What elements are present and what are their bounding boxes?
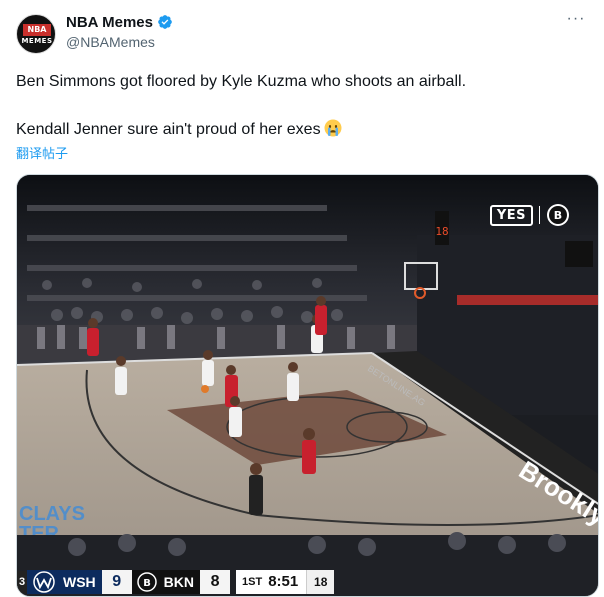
display-name[interactable]: NBA Memes — [66, 14, 153, 31]
home-score: 8 — [200, 569, 231, 594]
scoreboard-shot-clock: 18 — [306, 569, 335, 594]
yes-network-badge: YES — [489, 204, 533, 226]
away-team: WSH — [61, 569, 102, 594]
game-period: 1ST — [236, 569, 269, 594]
basketball-court-scene: 18 Brooklyn BETONLINE.AG CLAYS TER — [17, 175, 598, 596]
avatar[interactable]: NBA MEMES — [16, 14, 56, 54]
game-clock: 8:51 — [268, 569, 307, 594]
svg-text:B: B — [554, 209, 562, 222]
scoreboard-left-cap: 3 — [17, 570, 27, 593]
scoreboard: 3 WSH 9 B BKN 8 1ST 8:51 18 — [17, 567, 417, 596]
tweet-text-line-2-text: Kendall Jenner sure ain't proud of her e… — [16, 121, 321, 138]
tweet-text: Ben Simmons got floored by Kyle Kuzma wh… — [16, 70, 588, 142]
name-row: NBA Memes — [66, 12, 173, 32]
svg-text:B: B — [143, 578, 151, 589]
shot-clock-display: 18 — [435, 225, 448, 238]
verified-badge-icon — [158, 15, 172, 29]
nets-scoreboard-logo-icon: B — [131, 569, 162, 594]
handle[interactable]: @NBAMemes — [66, 34, 155, 50]
nets-logo-icon: B — [547, 204, 569, 226]
avatar-logo-bottom: MEMES — [21, 37, 53, 45]
tweet-text-line-1: Ben Simmons got floored by Kyle Kuzma wh… — [16, 73, 467, 90]
network-separator — [539, 206, 540, 224]
away-score: 9 — [101, 569, 132, 594]
tweet-text-line-2: Kendall Jenner sure ain't proud of her e… — [16, 118, 588, 142]
network-logo: YES B — [489, 203, 570, 227]
wizards-logo-icon — [27, 569, 61, 594]
crying-face-emoji — [324, 119, 342, 137]
home-team: BKN — [161, 569, 201, 594]
court-sponsor-text: CLAYS — [19, 503, 85, 525]
more-horizontal-icon[interactable]: ··· — [564, 11, 588, 32]
tweet-header: NBA MEMES NBA Memes @NBAMemes ··· — [16, 10, 588, 54]
video-media[interactable]: 18 Brooklyn BETONLINE.AG CLAYS TER YES B… — [16, 174, 599, 597]
translate-post-link[interactable]: 翻译帖子 — [16, 143, 68, 162]
avatar-logo-top: NBA — [23, 24, 51, 36]
